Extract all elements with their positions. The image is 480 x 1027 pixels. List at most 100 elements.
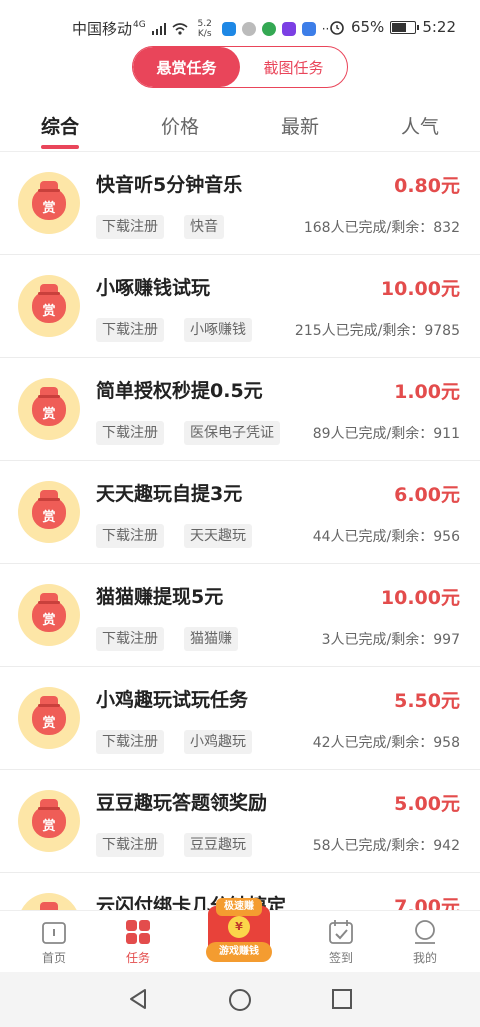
tab-price[interactable]: 价格 [120, 104, 240, 151]
task-title: 猫猫赚提现5元 [96, 586, 224, 608]
task-price: 10.00元 [380, 587, 460, 609]
tab-comprehensive[interactable]: 综合 [0, 104, 120, 151]
tab-newest[interactable]: 最新 [240, 104, 360, 151]
task-app-tag: 天天趣玩 [184, 524, 252, 548]
nav-home[interactable]: 首页 [24, 919, 84, 966]
battery-icon [390, 20, 420, 34]
coin-icon: ¥ [228, 916, 250, 938]
task-type-tag: 下载注册 [96, 524, 164, 548]
reward-bag-icon: 赏 [18, 687, 80, 749]
task-price: 7.00元 [394, 896, 460, 910]
task-app-tag: 小鸡趣玩 [184, 730, 252, 754]
grid-icon [126, 920, 150, 944]
task-app-tag: 小啄赚钱 [184, 318, 252, 342]
task-type-tag: 下载注册 [96, 627, 164, 651]
task-title: 豆豆趣玩答题领奖励 [96, 792, 268, 814]
reward-bag-icon: 赏 [18, 584, 80, 646]
tab-label: 价格 [160, 116, 199, 138]
cloud-notification-icon [241, 21, 256, 36]
nav-checkin[interactable]: 签到 [311, 919, 371, 966]
task-progress: 89人已完成/剩余：911 [312, 426, 460, 442]
task-item[interactable]: 赏 小啄赚钱试玩 10.00元 下载注册 小啄赚钱 215人已完成/剩余：978… [0, 255, 480, 358]
nav-tasks[interactable]: 任务 [108, 919, 168, 966]
status-right: 65% 5:22 [329, 18, 456, 36]
task-progress: 168人已完成/剩余：832 [303, 220, 460, 236]
app-notification-icon [261, 21, 276, 36]
tab-label: 人气 [400, 116, 439, 138]
task-price: 1.00元 [394, 381, 460, 403]
task-type-tag: 下载注册 [96, 730, 164, 754]
task-type-tag: 下载注册 [96, 215, 164, 239]
clock: 5:22 [422, 18, 456, 36]
task-title: 简单授权秒提0.5元 [96, 380, 263, 402]
task-list: 赏 快音听5分钟音乐 0.80元 下载注册 快音 168人已完成/剩余：832 … [0, 152, 480, 910]
task-title: 小啄赚钱试玩 [96, 277, 211, 299]
reward-bag-icon: 赏 [18, 275, 80, 337]
alarm-icon [330, 21, 344, 35]
tab-popularity[interactable]: 人气 [360, 104, 480, 151]
task-item[interactable]: 赏 天天趣玩自提3元 6.00元 下载注册 天天趣玩 44人已完成/剩余：956 [0, 461, 480, 564]
task-item[interactable]: 赏 快音听5分钟音乐 0.80元 下载注册 快音 168人已完成/剩余：832 [0, 152, 480, 255]
task-title: 天天趣玩自提3元 [96, 483, 243, 505]
signal-icon [151, 22, 166, 35]
app-notification-icon [281, 21, 296, 36]
sort-tabs: 综合 价格 最新 人气 [0, 104, 480, 152]
game-earn-button[interactable]: 极速赚 ¥ 游戏赚钱 [206, 898, 272, 968]
reward-bag-icon: 赏 [18, 378, 80, 440]
nav-mine[interactable]: 我的 [395, 919, 455, 966]
back-icon[interactable] [127, 988, 149, 1010]
network-label: 4G [133, 19, 146, 30]
task-title: 快音听5分钟音乐 [96, 174, 243, 196]
task-type-switch: 悬赏任务 截图任务 [132, 46, 348, 88]
calendar-check-icon [329, 920, 353, 944]
task-progress: 58人已完成/剩余：942 [312, 838, 460, 854]
tab-label: 综合 [40, 116, 79, 138]
app-notification-icon [221, 21, 236, 36]
task-type-tag: 下载注册 [96, 833, 164, 857]
game-earn-label: 游戏赚钱 [206, 942, 272, 962]
task-item[interactable]: 赏 简单授权秒提0.5元 1.00元 下载注册 医保电子凭证 89人已完成/剩余… [0, 358, 480, 461]
task-progress: 3人已完成/剩余：997 [321, 632, 460, 648]
task-price: 5.00元 [394, 793, 460, 815]
home-circle-icon[interactable] [228, 988, 252, 1012]
task-title: 小鸡趣玩试玩任务 [96, 689, 249, 711]
task-app-tag: 快音 [184, 215, 224, 239]
reward-bag-icon: 赏 [18, 790, 80, 852]
task-app-tag: 猫猫赚 [184, 627, 238, 651]
task-price: 5.50元 [394, 690, 460, 712]
task-item[interactable]: 赏 豆豆趣玩答题领奖励 5.00元 下载注册 豆豆趣玩 58人已完成/剩余：94… [0, 770, 480, 873]
nav-label: 首页 [41, 951, 66, 965]
reward-bag-icon: 赏 [18, 481, 80, 543]
task-item[interactable]: 赏 小鸡趣玩试玩任务 5.50元 下载注册 小鸡趣玩 42人已完成/剩余：958 [0, 667, 480, 770]
task-app-tag: 豆豆趣玩 [184, 833, 252, 857]
battery-percent: 65% [350, 18, 385, 36]
task-type-tag: 下载注册 [96, 318, 164, 342]
nav-label: 我的 [412, 951, 437, 965]
task-price: 10.00元 [380, 278, 460, 300]
recents-icon[interactable] [331, 988, 353, 1010]
status-left: 中国移动 4G 5.2 K/s ··· [72, 18, 333, 39]
tab-reward-tasks[interactable]: 悬赏任务 [133, 47, 240, 87]
task-item[interactable]: 赏 猫猫赚提现5元 10.00元 下载注册 猫猫赚 3人已完成/剩余：997 [0, 564, 480, 667]
home-icon [42, 922, 66, 944]
tab-screenshot-tasks[interactable]: 截图任务 [240, 47, 347, 87]
task-progress: 215人已完成/剩余：9785 [294, 323, 460, 339]
nav-label: 签到 [328, 951, 353, 965]
task-price: 6.00元 [394, 484, 460, 506]
task-type-tag: 下载注册 [96, 421, 164, 445]
carrier-label: 中国移动 [72, 20, 133, 38]
wifi-icon [172, 22, 188, 35]
profile-icon [415, 920, 435, 944]
app-notification-icon [301, 21, 316, 36]
task-price: 0.80元 [394, 175, 460, 197]
fast-earn-label: 极速赚 [216, 898, 262, 916]
task-progress: 42人已完成/剩余：958 [312, 735, 460, 751]
task-progress: 44人已完成/剩余：956 [312, 529, 460, 545]
nav-label: 任务 [125, 951, 150, 965]
task-app-tag: 医保电子凭证 [184, 421, 280, 445]
reward-bag-icon: 赏 [18, 893, 80, 910]
network-speed: 5.2 K/s [197, 18, 212, 39]
reward-bag-icon: 赏 [18, 172, 80, 234]
tab-label: 最新 [280, 116, 319, 138]
active-tab-indicator [41, 145, 79, 149]
